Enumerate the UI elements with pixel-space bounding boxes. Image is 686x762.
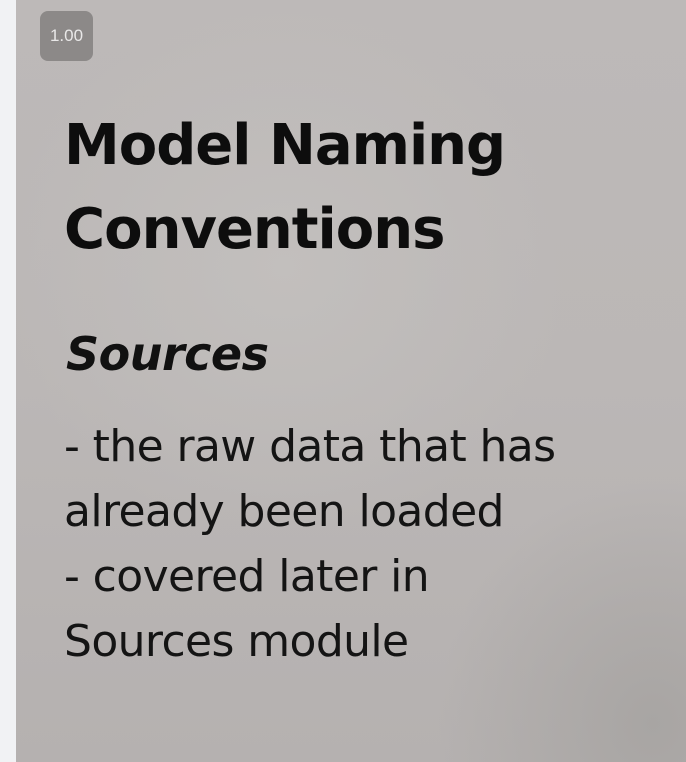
body-line: - the raw data that has <box>64 421 556 472</box>
playback-speed-button[interactable]: 1.00 <box>40 11 93 61</box>
body-line: Sources module <box>64 616 409 667</box>
slide-frame: 1.00 Model Naming Conventions Sources - … <box>16 0 686 762</box>
body-line: already been loaded <box>64 486 504 537</box>
left-gutter <box>0 0 16 762</box>
slide-title: Model Naming Conventions <box>64 113 506 262</box>
video-player[interactable]: 1.00 Model Naming Conventions Sources - … <box>0 0 686 762</box>
section-heading: Sources <box>66 327 269 381</box>
body-line: - covered later in <box>64 551 430 602</box>
slide-body: - the raw data that has already been loa… <box>64 414 556 674</box>
